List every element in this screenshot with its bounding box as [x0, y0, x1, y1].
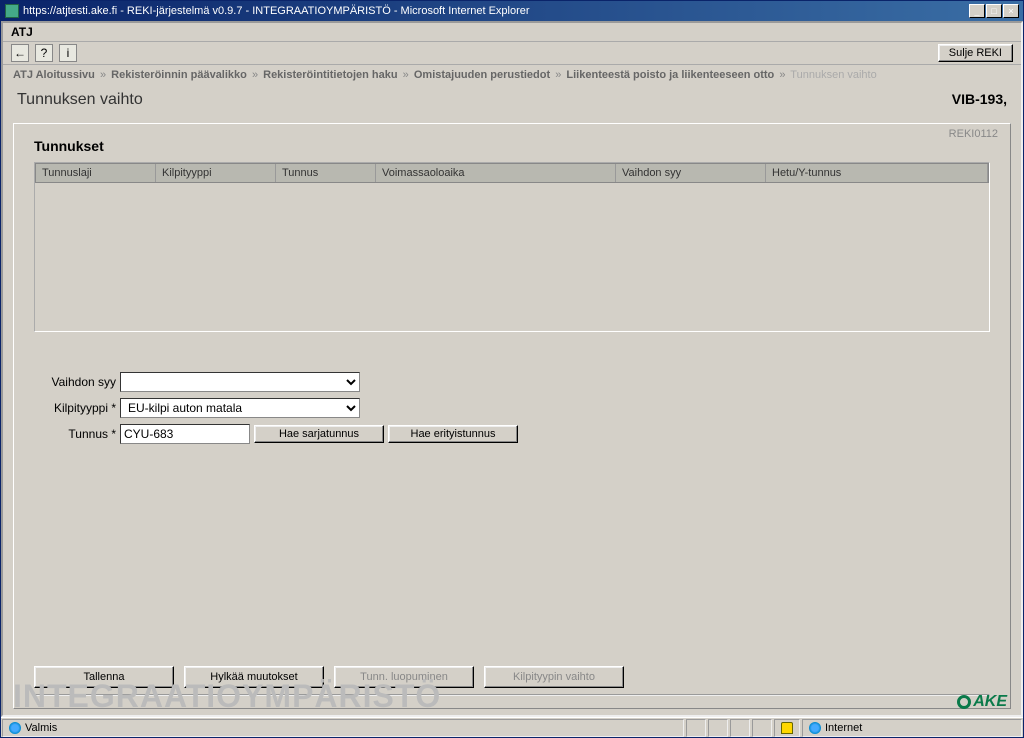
th-tunnuslaji: Tunnuslaji [36, 164, 156, 182]
breadcrumb: ATJ Aloitussivu » Rekisteröinnin päävali… [3, 65, 1021, 85]
status-seg [686, 719, 706, 737]
th-kilpityyppi: Kilpityyppi [156, 164, 276, 182]
th-tunnus: Tunnus [276, 164, 376, 182]
info-icon[interactable]: i [59, 44, 77, 62]
th-vaihdon-syy: Vaihdon syy [616, 164, 766, 182]
th-hetu: Hetu/Y-tunnus [766, 164, 988, 182]
table-header-row: Tunnuslaji Kilpityyppi Tunnus Voimassaol… [35, 163, 989, 183]
toolbar: ← ? i Sulje REKI [3, 42, 1021, 65]
back-icon[interactable]: ← [11, 44, 29, 62]
form-area: Vaihdon syy Kilpityyppi * EU-kilpi auton… [34, 372, 990, 450]
window-title: https://atjtesti.ake.fi - REKI-järjestel… [23, 5, 530, 17]
lock-icon [781, 722, 793, 734]
menubar: ATJ [3, 23, 1021, 42]
close-reki-button[interactable]: Sulje REKI [938, 44, 1013, 62]
zone-globe-icon [809, 722, 821, 734]
watermark: INTEGRAATIOYMPÄRISTÖ [13, 678, 441, 715]
input-tunnus[interactable] [120, 424, 250, 444]
menu-app[interactable]: ATJ [11, 25, 33, 39]
crumb-1[interactable]: Rekisteröinnin päävalikko [111, 69, 247, 81]
main-panel: REKI0112 Tunnukset Tunnuslaji Kilpityypp… [13, 123, 1011, 709]
btn-kilpityypin-vaihto[interactable]: Kilpityypin vaihto [484, 666, 624, 688]
crumb-2[interactable]: Rekisteröintitietojen haku [263, 69, 397, 81]
titlebar: https://atjtesti.ake.fi - REKI-järjestel… [1, 1, 1023, 21]
btn-hae-sarjatunnus[interactable]: Hae sarjatunnus [254, 425, 384, 443]
label-vaihdon-syy: Vaihdon syy [34, 375, 116, 389]
statusbar: Valmis Internet [1, 717, 1023, 737]
status-lock [774, 719, 800, 737]
crumb-3[interactable]: Omistajuuden perustiedot [414, 69, 550, 81]
btn-hae-erityistunnus[interactable]: Hae erityistunnus [388, 425, 518, 443]
help-icon[interactable]: ? [35, 44, 53, 62]
status-seg [708, 719, 728, 737]
page-title: Tunnuksen vaihto [17, 91, 143, 109]
crumb-0[interactable]: ATJ Aloitussivu [13, 69, 95, 81]
th-voimassaoloaika: Voimassaoloaika [376, 164, 616, 182]
status-zone: Internet [825, 722, 862, 734]
crumb-4[interactable]: Liikenteestä poisto ja liikenteeseen ott… [566, 69, 774, 81]
select-vaihdon-syy[interactable] [120, 372, 360, 392]
panel-code: REKI0112 [949, 128, 998, 140]
close-window-button[interactable]: × [1003, 4, 1019, 18]
maximize-button[interactable]: □ [986, 4, 1002, 18]
page-header: Tunnuksen vaihto VIB-193, [3, 85, 1021, 117]
app-icon [5, 4, 19, 18]
ie-status-icon [9, 722, 21, 734]
section-title: Tunnukset [34, 138, 990, 154]
content-area: ATJ ← ? i Sulje REKI ATJ Aloitussivu » R… [1, 21, 1023, 717]
app-window: https://atjtesti.ake.fi - REKI-järjestel… [0, 0, 1024, 738]
select-kilpityyppi[interactable]: EU-kilpi auton matala [120, 398, 360, 418]
status-ready: Valmis [25, 722, 57, 734]
label-tunnus: Tunnus * [34, 427, 116, 441]
minimize-button[interactable]: _ [969, 4, 985, 18]
logo-ring-icon [957, 695, 971, 709]
table-tunnukset: Tunnuslaji Kilpityyppi Tunnus Voimassaol… [34, 162, 990, 332]
label-kilpityyppi: Kilpityyppi * [34, 401, 116, 415]
status-seg [752, 719, 772, 737]
crumb-5: Tunnuksen vaihto [790, 69, 876, 81]
page-vehicle-id: VIB-193, [952, 91, 1007, 109]
status-seg [730, 719, 750, 737]
ake-logo: AKE [957, 693, 1007, 711]
